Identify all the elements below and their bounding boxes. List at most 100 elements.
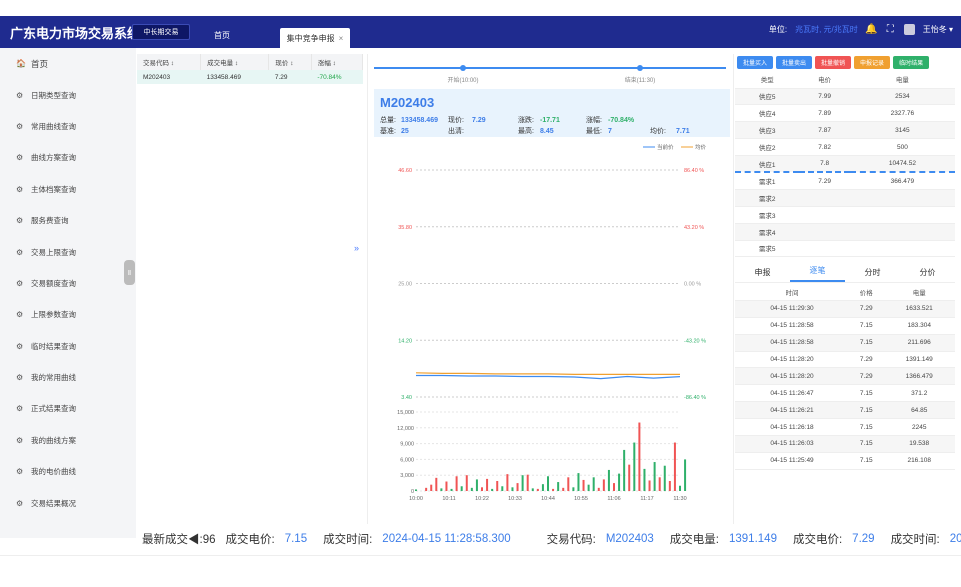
tab-bidding[interactable]: 集中竞争申报 × bbox=[280, 28, 350, 48]
table-row[interactable]: 04-15 11:28:20 7.29 1391.149 bbox=[735, 351, 955, 369]
close-icon[interactable]: × bbox=[339, 34, 344, 43]
expand-arrow-icon[interactable]: » bbox=[354, 243, 359, 253]
sidebar-collapse-handle[interactable]: Ⅱ bbox=[124, 260, 135, 285]
orderbook-cell: 供应2 bbox=[735, 138, 800, 157]
table-row[interactable]: 需求4 bbox=[735, 223, 955, 241]
sidebar-item-7[interactable]: ⚙ 交易额度查询 bbox=[0, 268, 136, 299]
user-menu[interactable]: 王怡冬 ▾ bbox=[923, 24, 953, 35]
table-row[interactable]: 需求5 bbox=[735, 240, 955, 258]
table-row[interactable]: 04-15 11:28:58 7.15 211.696 bbox=[735, 334, 955, 352]
sidebar-item-0[interactable]: 🏠 首页 bbox=[0, 48, 136, 79]
volume-bar bbox=[455, 476, 458, 491]
volume-tick: 6,000 bbox=[400, 457, 414, 463]
action-button-1[interactable]: 批量卖出 bbox=[776, 56, 813, 69]
orderbook-cell: 500 bbox=[849, 138, 955, 157]
table-row[interactable]: 04-15 11:26:18 7.15 2245 bbox=[735, 418, 955, 437]
orderbook-cell: 3145 bbox=[849, 121, 955, 140]
detail-tab-3[interactable]: 分价 bbox=[900, 267, 955, 282]
table-row[interactable]: 供应5 7.99 2534 bbox=[735, 88, 955, 106]
sidebar-item-9[interactable]: ⚙ 临时结果查询 bbox=[0, 331, 136, 362]
quote-high: 8.45 bbox=[540, 128, 554, 135]
sidebar-item-13[interactable]: ⚙ 我的电价曲线 bbox=[0, 456, 136, 487]
sidebar-item-14[interactable]: ⚙ 交易结果概况 bbox=[0, 487, 136, 518]
table-row[interactable]: 供应2 7.82 500 bbox=[735, 138, 955, 157]
trades-cell: 04-15 11:26:03 bbox=[735, 435, 850, 453]
sidebar-item-1[interactable]: ⚙ 日期类型查询 bbox=[0, 79, 136, 110]
sidebar-item-4[interactable]: ⚙ 主体档案查询 bbox=[0, 174, 136, 205]
table-row[interactable]: 供应1 7.8 10474.52 bbox=[735, 155, 955, 174]
orderbook-col: 类型 bbox=[735, 71, 800, 89]
trades-cell: 04-15 11:25:49 bbox=[735, 452, 850, 470]
detail-tab-0[interactable]: 申报 bbox=[735, 267, 790, 282]
sidebar-item-2[interactable]: ⚙ 常用曲线查询 bbox=[0, 111, 136, 142]
sidebar-item-3[interactable]: ⚙ 曲线方案查询 bbox=[0, 142, 136, 173]
col-price[interactable]: 现价 ↕ bbox=[268, 54, 312, 70]
table-row[interactable]: 04-15 11:26:21 7.15 64.85 bbox=[735, 401, 955, 420]
sidebar-item-6[interactable]: ⚙ 交易上限查询 bbox=[0, 236, 136, 267]
trades-cell: 371.2 bbox=[883, 384, 955, 403]
contract-list: 交易代码 ↕ 成交电量 ↕ 现价 ↕ 涨幅 ↕ M202403 133458.4… bbox=[137, 54, 364, 524]
action-button-4[interactable]: 临时结果 bbox=[893, 56, 930, 69]
sidebar-item-12[interactable]: ⚙ 我的曲线方案 bbox=[0, 425, 136, 456]
table-row[interactable]: 需求2 bbox=[735, 189, 955, 207]
unit-value[interactable]: 兆瓦时, 元/兆瓦时 bbox=[795, 24, 858, 35]
volume-tick: 12,000 bbox=[397, 426, 414, 432]
orderbook-cell: 供应1 bbox=[735, 155, 800, 174]
tab-home[interactable]: 首页 bbox=[214, 30, 230, 41]
ticker-time2-label: 成交时间: bbox=[890, 534, 940, 546]
sidebar-item-11[interactable]: ⚙ 正式结果查询 bbox=[0, 393, 136, 424]
volume-bar bbox=[552, 488, 555, 491]
quote-clear-label: 出清: bbox=[448, 126, 464, 135]
gear-icon: ⚙ bbox=[16, 90, 24, 100]
table-row[interactable]: 04-15 11:26:03 7.15 19.538 bbox=[735, 435, 955, 453]
volume-bar bbox=[470, 487, 473, 491]
quote-base-label: 基准: bbox=[380, 126, 396, 135]
action-button-2[interactable]: 批量撤销 bbox=[815, 56, 852, 69]
sidebar-item-8[interactable]: ⚙ 上限参数查询 bbox=[0, 299, 136, 330]
table-row[interactable]: 供应3 7.87 3145 bbox=[735, 121, 955, 140]
sidebar-item-label: 常用曲线查询 bbox=[31, 121, 76, 131]
orderbook-cell: 2534 bbox=[849, 88, 955, 106]
bell-icon[interactable]: 🔔 bbox=[865, 24, 877, 35]
table-row[interactable]: 供应4 7.89 2327.76 bbox=[735, 104, 955, 123]
trades-cell: 7.29 bbox=[849, 367, 884, 386]
fullscreen-icon[interactable]: ⛶ bbox=[885, 24, 896, 35]
col-code[interactable]: 交易代码 ↕ bbox=[137, 54, 202, 70]
trades-cell: 04-15 11:26:47 bbox=[735, 384, 850, 403]
volume-bar bbox=[648, 480, 651, 491]
table-row[interactable]: 需求3 bbox=[735, 206, 955, 224]
sidebar-item-label: 交易结果概况 bbox=[31, 498, 76, 508]
table-row[interactable]: 04-15 11:28:20 7.29 1366.479 bbox=[735, 367, 955, 386]
ticker-price-label: 成交电价: bbox=[225, 534, 275, 546]
detail-tab-1[interactable]: 逐笔 bbox=[790, 265, 845, 283]
col-volume[interactable]: 成交电量 ↕ bbox=[200, 54, 270, 70]
volume-tick: 3,000 bbox=[400, 473, 414, 479]
sidebar-item-5[interactable]: ⚙ 服务费查询 bbox=[0, 205, 136, 236]
avatar[interactable] bbox=[903, 24, 915, 35]
action-button-3[interactable]: 申报记录 bbox=[854, 56, 891, 69]
sidebar-item-10[interactable]: ⚙ 我的常用曲线 bbox=[0, 362, 136, 393]
volume-tick: 15,000 bbox=[397, 410, 414, 416]
table-row[interactable]: 04-15 11:28:58 7.15 183.304 bbox=[735, 317, 955, 335]
gear-icon: ⚙ bbox=[16, 467, 24, 477]
ticker-time: 2024-04-15 11:28:58.300 bbox=[382, 533, 511, 545]
app-title: 广东电力市场交易系统 bbox=[10, 25, 141, 41]
col-change[interactable]: 涨幅 ↕ bbox=[311, 54, 364, 70]
volume-tick: 9,000 bbox=[400, 442, 414, 448]
table-row[interactable]: M202403 133458.469 7.29 -70.84% bbox=[137, 70, 363, 84]
sidebar-item-label: 交易额度查询 bbox=[31, 278, 76, 288]
volume-bar bbox=[567, 477, 570, 491]
trades-cell: 7.15 bbox=[849, 435, 884, 453]
orderbook-cell: 供应3 bbox=[735, 121, 800, 140]
trades-header: 时间 价格 电量 bbox=[735, 283, 955, 301]
x-tick: 10:55 bbox=[574, 496, 588, 502]
table-row[interactable]: 04-15 11:29:30 7.29 1633.521 bbox=[735, 300, 955, 318]
x-tick: 10:00 bbox=[409, 496, 423, 502]
sidebar-item-label: 临时结果查询 bbox=[31, 341, 76, 351]
x-tick: 10:33 bbox=[508, 496, 522, 502]
table-row[interactable]: 04-15 11:25:49 7.15 216.108 bbox=[735, 452, 955, 470]
action-button-0[interactable]: 批量买入 bbox=[737, 56, 774, 69]
detail-tab-2[interactable]: 分时 bbox=[845, 267, 900, 282]
table-row[interactable]: 04-15 11:26:47 7.15 371.2 bbox=[735, 384, 955, 403]
table-row[interactable]: 需求1 7.29 366.479 bbox=[735, 172, 955, 190]
